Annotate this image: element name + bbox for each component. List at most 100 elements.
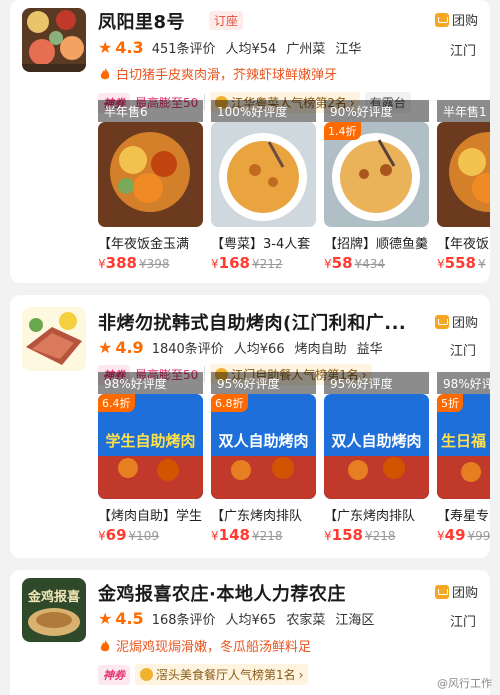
groupbuy-icon	[434, 12, 449, 27]
restaurant-card-3[interactable]: 金鸡报喜 金鸡报喜农庄·本地人力荐农庄 团购 ★ 4.5 168条评价 人均¥6…	[10, 570, 490, 695]
groupbuy-icon	[434, 314, 449, 329]
avg-price: 人均¥54	[225, 42, 277, 57]
deal-stat: 98%好评度	[98, 372, 203, 394]
poster-text: 学生自助烤肉	[105, 432, 196, 450]
original-price: ¥398	[138, 257, 170, 271]
price: 158	[331, 526, 363, 544]
reserve-badge[interactable]: 订座	[209, 11, 244, 30]
price: 558	[444, 254, 476, 272]
deal-price: ¥388 ¥398	[98, 254, 170, 272]
groupbuy-label[interactable]: 团购	[434, 10, 478, 29]
star-icon: ★	[98, 338, 113, 357]
watermark: @风行工作	[437, 677, 492, 690]
recommendation: 泥焗鸡现焗滑嫩，冬瓜船汤鲜料足	[98, 636, 311, 655]
chevron-right-icon: ›	[298, 667, 304, 682]
avg-price: 人均¥65	[225, 613, 277, 628]
restaurant-thumbnail[interactable]	[22, 307, 86, 371]
deal-image	[211, 122, 316, 227]
flame-icon	[100, 639, 110, 651]
city-label: 江门	[449, 44, 476, 59]
deal-stat: 半年售6	[98, 100, 203, 122]
star-icon: ★	[98, 38, 113, 57]
price: 148	[218, 526, 250, 544]
restaurant-meta: ★ 4.5 168条评价 人均¥65 农家菜 江海区	[98, 609, 384, 628]
price: 69	[105, 526, 127, 544]
star-icon: ★	[98, 609, 113, 628]
deal-stat: 95%好评度	[324, 372, 429, 394]
deal-title: 【粤菜】3-4人套	[211, 237, 311, 252]
restaurant-card-2[interactable]: 非烤勿扰韩式自助烤肉(江门利和广... 团购 ★ 4.9 1840条评价 人均¥…	[10, 295, 490, 558]
price: 168	[218, 254, 250, 272]
original-price: ¥212	[251, 257, 283, 271]
rating-score: 4.3	[115, 38, 144, 57]
original-price: ¥218	[251, 529, 283, 543]
deal-price: ¥69 ¥109	[98, 526, 160, 544]
rank-tag[interactable]: 滘头美食餐厅人气榜第1名 ›	[135, 664, 309, 685]
restaurant-name[interactable]: 非烤勿扰韩式自助烤肉(江门利和广...	[98, 309, 406, 335]
deal-image: 双人自助烤肉	[324, 394, 429, 499]
review-count: 168条评价	[151, 613, 216, 628]
groupbuy-label[interactable]: 团购	[434, 582, 478, 601]
discount-badge: 5折	[437, 394, 463, 412]
original-price: ¥434	[354, 257, 386, 271]
price: 388	[105, 254, 137, 272]
original-price: ¥218	[364, 529, 396, 543]
original-price: ¥99	[467, 529, 490, 543]
recommendation-text: 白切猪手皮爽肉滑，芥辣虾球鲜嫩弹牙	[116, 68, 338, 83]
rating-score: 4.5	[115, 609, 144, 628]
restaurant-thumbnail[interactable]	[22, 8, 86, 72]
coupon-tag[interactable]: 神券	[98, 664, 130, 685]
groupbuy-text: 团购	[451, 316, 478, 331]
deal-image	[437, 122, 490, 227]
review-count: 451条评价	[151, 42, 216, 57]
deal-price: ¥168 ¥212	[211, 254, 283, 272]
groupbuy-text: 团购	[451, 14, 478, 29]
thumbnail-text: 金鸡报喜	[27, 590, 80, 605]
restaurant-thumbnail[interactable]: 金鸡报喜	[22, 578, 86, 642]
cuisine: 广州菜	[286, 42, 326, 57]
rank-text: 滘头美食餐厅人气榜第1名	[156, 668, 296, 682]
deal-stat: 半年售1	[437, 100, 490, 122]
original-price: ¥	[477, 257, 486, 271]
tag-row: 神券 滘头美食餐厅人气榜第1名 ›	[98, 664, 309, 685]
rating-score: 4.9	[115, 338, 144, 357]
discount-badge: 1.4折	[324, 122, 361, 140]
groupbuy-label[interactable]: 团购	[434, 312, 478, 331]
poster-text: 双人自助烤肉	[218, 432, 309, 450]
deal-title: 【广东烤肉排队	[324, 509, 416, 524]
city-label: 江门	[449, 344, 476, 359]
deal-stat: 100%好评度	[211, 100, 316, 122]
deal-title: 【寿星专	[437, 509, 490, 524]
deal-list: 学生自助烤肉 6.4折 98%好评度 【烤肉自助】学生 ¥69 ¥109 双人自助…	[98, 372, 490, 546]
restaurant-name[interactable]: 凤阳里8号	[98, 8, 185, 34]
cuisine: 农家菜	[286, 613, 326, 628]
restaurant-meta: ★ 4.3 451条评价 人均¥54 广州菜 江华	[98, 38, 371, 57]
restaurant-name[interactable]: 金鸡报喜农庄·本地人力荐农庄	[98, 580, 346, 606]
deal-price: ¥158 ¥218	[324, 526, 396, 544]
groupbuy-icon	[434, 584, 449, 599]
discount-badge: 6.4折	[98, 394, 135, 412]
cuisine: 烤肉自助	[294, 342, 347, 357]
medal-icon	[140, 668, 153, 681]
deal-title: 【广东烤肉排队	[211, 509, 303, 524]
original-price: ¥109	[128, 529, 160, 543]
area: 江华	[335, 42, 362, 57]
review-count: 1840条评价	[151, 342, 224, 357]
city-label: 江门	[449, 615, 476, 630]
deal-title: 【烤肉自助】学生	[98, 509, 203, 524]
deal-list: 半年售6 【年夜饭金玉满 ¥388 ¥398 100%好评度 【粤菜】3-4人套 …	[98, 100, 490, 274]
price: 58	[331, 254, 353, 272]
price: 49	[444, 526, 466, 544]
deal-image	[98, 122, 203, 227]
deal-price: ¥49 ¥99	[437, 526, 490, 544]
deal-title: 【年夜饭	[437, 237, 490, 252]
deal-stat: 90%好评度	[324, 100, 429, 122]
deal-price: ¥148 ¥218	[211, 526, 283, 544]
recommendation-text: 泥焗鸡现焗滑嫩，冬瓜船汤鲜料足	[116, 640, 312, 655]
deal-title: 【招牌】顺德鱼羹	[324, 237, 429, 252]
restaurant-card-1[interactable]: 凤阳里8号 订座 团购 ★ 4.3 451条评价 人均¥54 广州菜 江华 江门…	[10, 0, 490, 283]
poster-text: 双人自助烤肉	[331, 432, 422, 450]
area: 益华	[356, 342, 383, 357]
poster-text: 生日福	[441, 432, 487, 450]
area: 江海区	[335, 613, 375, 628]
